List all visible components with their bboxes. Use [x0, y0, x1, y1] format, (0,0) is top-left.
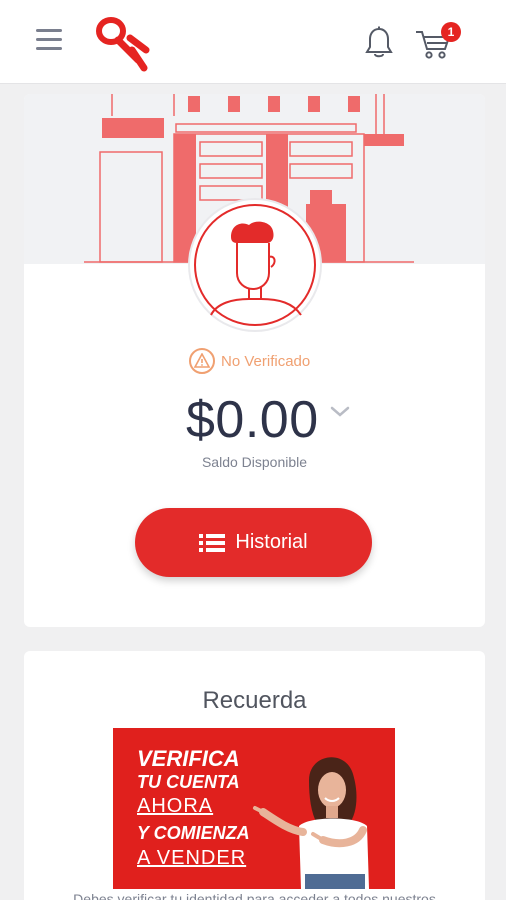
- balance-row: $0.00: [186, 390, 351, 450]
- history-button-label: Historial: [235, 531, 308, 553]
- history-button[interactable]: Historial: [135, 508, 372, 577]
- wallet-card: No Verificado $0.00 Saldo Disponible His…: [24, 94, 485, 627]
- menu-button[interactable]: [36, 29, 64, 51]
- cart-count-badge: 1: [441, 22, 461, 42]
- banner-line-5: A VENDER: [137, 847, 247, 869]
- verification-status: No Verificado: [189, 347, 310, 375]
- list-icon: [199, 533, 226, 552]
- banner-line-4: Y COMIENZA: [137, 823, 250, 843]
- warning-icon: [189, 348, 215, 374]
- banner-line-1: VERIFICA: [137, 746, 240, 771]
- user-avatar[interactable]: [190, 200, 320, 330]
- bell-icon: [365, 26, 393, 58]
- balance-amount: $0.00: [186, 391, 319, 449]
- top-app-bar: 1: [0, 0, 506, 84]
- balance-label: Saldo Disponible: [201, 454, 308, 470]
- reminder-title: Recuerda: [202, 687, 307, 714]
- reminder-card: Recuerda VERIFICA TU CUENTA AHORA Y COMI…: [24, 651, 485, 900]
- user-avatar-icon: [194, 204, 316, 326]
- ok-logo[interactable]: [94, 14, 156, 72]
- verify-account-banner[interactable]: VERIFICA TU CUENTA AHORA Y COMIENZA A VE…: [113, 728, 395, 889]
- notifications-button[interactable]: [364, 26, 394, 60]
- hamburger-line: [36, 47, 62, 50]
- hamburger-line: [36, 38, 62, 41]
- verification-status-text: No Verificado: [221, 352, 311, 370]
- chevron-down-icon[interactable]: [329, 405, 351, 419]
- hamburger-line: [36, 29, 62, 32]
- banner-line-2: TU CUENTA: [137, 772, 240, 792]
- verification-description: Debes verificar tu identidad para accede…: [73, 891, 436, 900]
- banner-line-3: AHORA: [137, 795, 214, 817]
